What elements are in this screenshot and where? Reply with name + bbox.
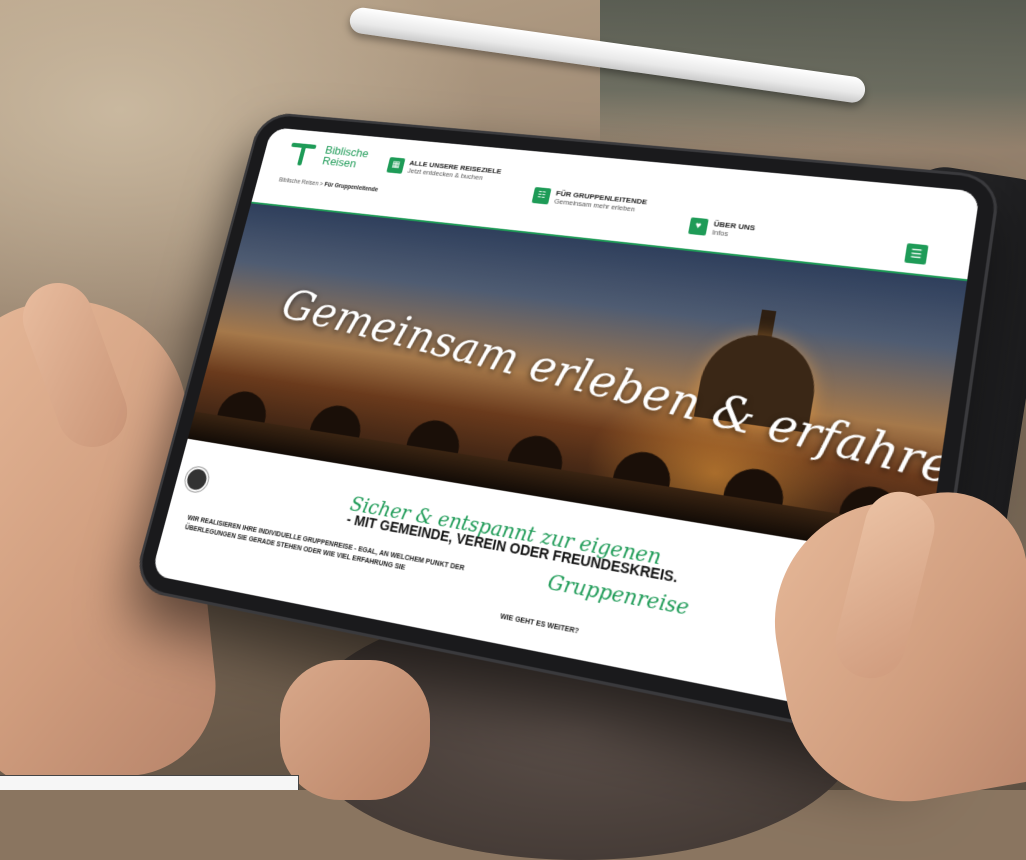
lower-hand — [280, 660, 430, 800]
breadcrumb: Biblische Reisen > Für Gruppenleitende — [278, 177, 378, 193]
group-icon: ☷ — [531, 186, 552, 205]
nav-item-destinations[interactable]: ▦ ALLE UNSERE REISEZIELE Jetzt entdecken… — [386, 157, 502, 183]
map-icon: ▦ — [386, 157, 406, 174]
logo-mark-icon — [283, 139, 320, 167]
heart-icon: ♥ — [688, 217, 709, 236]
hamburger-icon[interactable]: ☰ — [904, 243, 929, 265]
site-logo[interactable]: Biblische Reisen — [283, 139, 370, 172]
breadcrumb-home[interactable]: Biblische Reisen — [278, 177, 319, 187]
nav-item-group-leaders[interactable]: ☷ FÜR GRUPPENLEITENDE Gemeinsam mehr erl… — [531, 186, 648, 214]
nav-item-about[interactable]: ♥ ÜBER UNS Infos — [688, 217, 756, 240]
next-steps-heading[interactable]: WIE GEHT ES WEITER? — [499, 613, 579, 635]
fingerprint-icon[interactable] — [182, 465, 211, 494]
image-frame-corner — [0, 775, 299, 790]
breadcrumb-current: Für Gruppenleitende — [323, 181, 379, 194]
